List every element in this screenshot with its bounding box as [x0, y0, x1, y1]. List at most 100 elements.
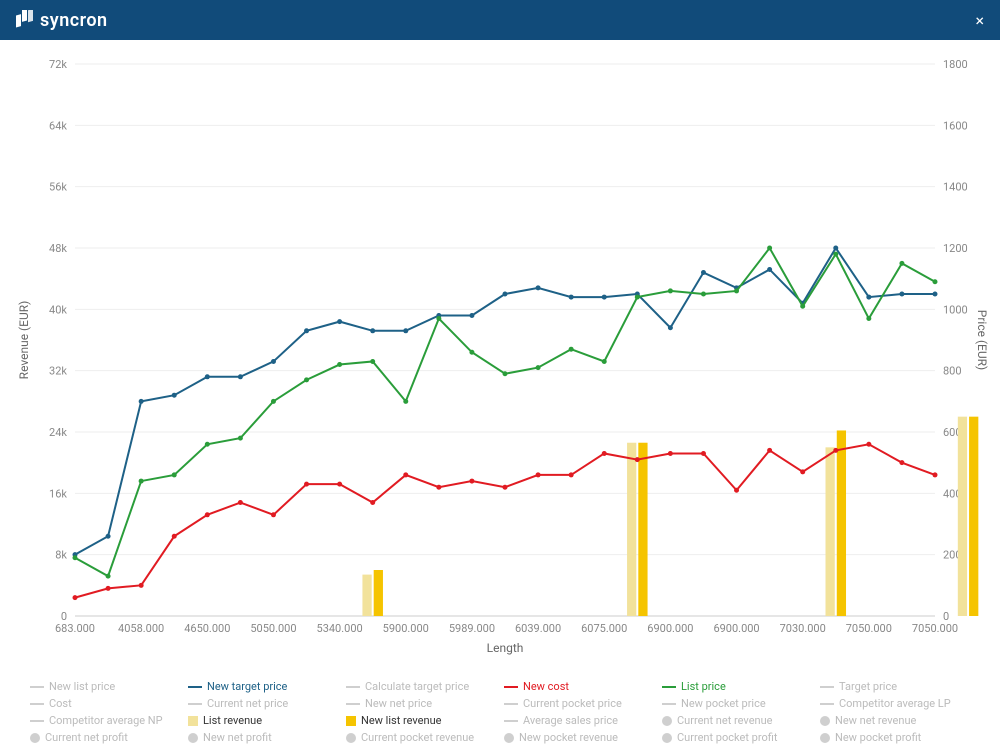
legend-item-current-pocket-revenue[interactable]: Current pocket revenue	[346, 731, 496, 744]
series-point[interactable]	[238, 374, 243, 379]
series-point[interactable]	[271, 359, 276, 364]
series-point[interactable]	[602, 359, 607, 364]
series-point[interactable]	[833, 448, 838, 453]
legend-item-new-net-profit[interactable]: New net profit	[188, 731, 338, 744]
series-point[interactable]	[899, 292, 904, 297]
legend-item-new-target-price[interactable]: New target price	[188, 680, 338, 693]
series-point[interactable]	[337, 482, 342, 487]
series-point[interactable]	[139, 399, 144, 404]
series-point[interactable]	[73, 595, 78, 600]
series-point[interactable]	[139, 583, 144, 588]
series-point[interactable]	[271, 512, 276, 517]
legend-item-list-revenue[interactable]: List revenue	[188, 714, 338, 727]
series-point[interactable]	[436, 485, 441, 490]
series-point[interactable]	[866, 295, 871, 300]
legend-item-new-net-revenue[interactable]: New net revenue	[820, 714, 970, 727]
series-point[interactable]	[833, 252, 838, 257]
series-point[interactable]	[370, 328, 375, 333]
series-point[interactable]	[668, 325, 673, 330]
legend-item-cost[interactable]: Cost	[30, 697, 180, 710]
series-point[interactable]	[403, 328, 408, 333]
series-point[interactable]	[172, 472, 177, 477]
series-point[interactable]	[668, 451, 673, 456]
series-point[interactable]	[304, 377, 309, 382]
series-point[interactable]	[370, 359, 375, 364]
series-point[interactable]	[899, 460, 904, 465]
series-point[interactable]	[635, 457, 640, 462]
series-point[interactable]	[73, 555, 78, 560]
series-point[interactable]	[469, 350, 474, 355]
legend-item-new-pocket-revenue[interactable]: New pocket revenue	[504, 731, 654, 744]
bar-list-revenue[interactable]	[826, 447, 835, 616]
legend-item-new-pocket-profit[interactable]: New pocket profit	[820, 731, 970, 744]
bar-list-revenue[interactable]	[958, 417, 967, 616]
legend-item-current-net-revenue[interactable]: Current net revenue	[662, 714, 812, 727]
legend-item-current-net-profit[interactable]: Current net profit	[30, 731, 180, 744]
series-point[interactable]	[767, 448, 772, 453]
series-point[interactable]	[668, 288, 673, 293]
series-point[interactable]	[503, 292, 508, 297]
series-point[interactable]	[734, 488, 739, 493]
series-point[interactable]	[536, 472, 541, 477]
series-point[interactable]	[933, 472, 938, 477]
series-point[interactable]	[767, 267, 772, 272]
series-point[interactable]	[800, 469, 805, 474]
series-point[interactable]	[106, 586, 111, 591]
series-point[interactable]	[172, 534, 177, 539]
series-point[interactable]	[635, 295, 640, 300]
series-point[interactable]	[106, 574, 111, 579]
series-point[interactable]	[933, 279, 938, 284]
bar-list-revenue[interactable]	[362, 575, 371, 616]
series-point[interactable]	[370, 500, 375, 505]
series-point[interactable]	[701, 270, 706, 275]
bar-new-list-revenue[interactable]	[837, 430, 846, 616]
legend-item-new-list-price[interactable]: New list price	[30, 680, 180, 693]
legend-item-target-price[interactable]: Target price	[820, 680, 970, 693]
series-point[interactable]	[899, 261, 904, 266]
legend-item-list-price[interactable]: List price	[662, 680, 812, 693]
series-point[interactable]	[106, 534, 111, 539]
series-point[interactable]	[469, 479, 474, 484]
series-point[interactable]	[271, 399, 276, 404]
series-point[interactable]	[701, 451, 706, 456]
series-point[interactable]	[304, 328, 309, 333]
series-point[interactable]	[866, 316, 871, 321]
series-point[interactable]	[139, 479, 144, 484]
bar-new-list-revenue[interactable]	[374, 570, 383, 616]
legend-item-new-cost[interactable]: New cost	[504, 680, 654, 693]
bar-new-list-revenue[interactable]	[969, 417, 978, 616]
series-point[interactable]	[205, 374, 210, 379]
series-point[interactable]	[569, 295, 574, 300]
legend-item-current-net-price[interactable]: Current net price	[188, 697, 338, 710]
series-point[interactable]	[866, 442, 871, 447]
series-point[interactable]	[403, 399, 408, 404]
legend-item-new-pocket-price[interactable]: New pocket price	[662, 697, 812, 710]
legend-item-new-net-price[interactable]: New net price	[346, 697, 496, 710]
series-point[interactable]	[767, 246, 772, 251]
series-point[interactable]	[172, 393, 177, 398]
series-point[interactable]	[933, 292, 938, 297]
legend-item-average-sales-price[interactable]: Average sales price	[504, 714, 654, 727]
bar-new-list-revenue[interactable]	[638, 443, 647, 616]
series-point[interactable]	[602, 451, 607, 456]
series-point[interactable]	[536, 365, 541, 370]
series-point[interactable]	[205, 512, 210, 517]
legend-item-current-pocket-price[interactable]: Current pocket price	[504, 697, 654, 710]
series-point[interactable]	[734, 288, 739, 293]
series-point[interactable]	[800, 304, 805, 309]
series-point[interactable]	[536, 285, 541, 290]
series-point[interactable]	[337, 362, 342, 367]
legend-item-new-list-revenue[interactable]: New list revenue	[346, 714, 496, 727]
series-point[interactable]	[569, 347, 574, 352]
series-point[interactable]	[503, 371, 508, 376]
series-point[interactable]	[238, 500, 243, 505]
series-point[interactable]	[602, 295, 607, 300]
legend-item-competitor-average-lp[interactable]: Competitor average LP	[820, 697, 970, 710]
series-point[interactable]	[701, 292, 706, 297]
close-button[interactable]: ×	[969, 7, 990, 34]
legend-item-current-pocket-profit[interactable]: Current pocket profit	[662, 731, 812, 744]
bar-list-revenue[interactable]	[627, 443, 636, 616]
series-point[interactable]	[304, 482, 309, 487]
series-point[interactable]	[833, 246, 838, 251]
series-point[interactable]	[205, 442, 210, 447]
